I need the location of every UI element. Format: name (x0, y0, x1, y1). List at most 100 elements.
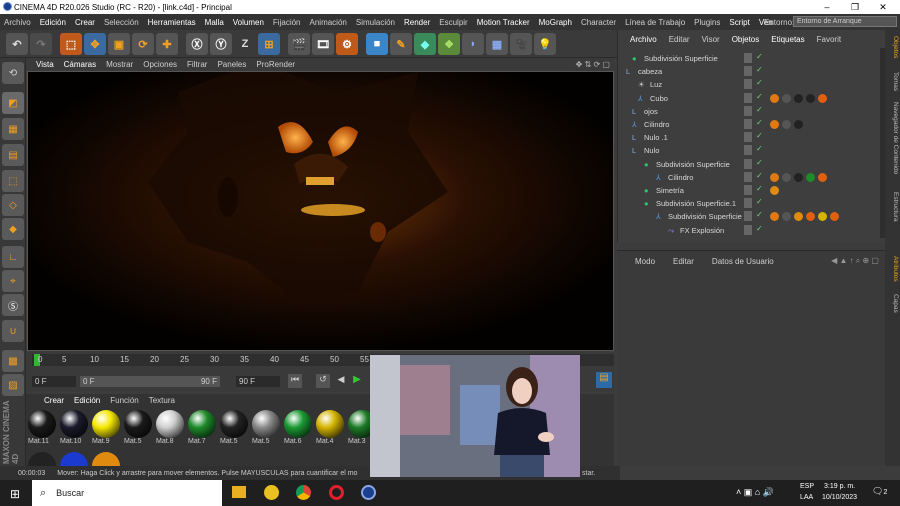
file-explorer-icon[interactable] (232, 486, 246, 498)
taskbar-search[interactable]: ⌕ Buscar (32, 480, 222, 506)
material-ball[interactable] (220, 410, 248, 438)
side-tab-atributos[interactable]: Atributos (887, 256, 899, 282)
scale-icon[interactable]: ▣ (108, 33, 130, 55)
enabled-check-icon[interactable]: ✓ (756, 78, 763, 87)
material-tag-icon[interactable] (770, 120, 779, 129)
menu-render[interactable]: Render (400, 18, 430, 27)
tray-icons[interactable]: ˄ ▣ ⌂ 🔊 (736, 487, 774, 498)
attr-nav-icons[interactable]: ◀ ▲ ↑ ⌕ ⊕ ▢ (831, 256, 879, 266)
restore-button[interactable]: ❐ (841, 0, 869, 14)
layer-checkbox[interactable] (744, 92, 752, 103)
lock-workplane-icon[interactable]: ▨ (2, 374, 24, 396)
material-ball[interactable] (92, 410, 120, 438)
menu-plugins[interactable]: Plugins (690, 18, 720, 27)
tray-time[interactable]: 3:19 p. m. (824, 483, 855, 490)
object-row[interactable]: ● Subdivisión Superficie ✓ (620, 52, 884, 65)
object-name[interactable]: Subdivisión Superficie (668, 212, 742, 221)
enabled-check-icon[interactable]: ✓ (756, 131, 763, 140)
object-row[interactable]: ⅄ Cilindro ✓ (620, 171, 884, 184)
menu-simulacion[interactable]: Simulación (352, 18, 395, 27)
layer-checkbox[interactable] (744, 66, 752, 77)
material-ball[interactable] (60, 452, 88, 466)
menu-malla[interactable]: Malla (201, 18, 224, 27)
menu-crear[interactable]: Crear (71, 18, 95, 27)
frame-range-slider[interactable]: 0 F 90 F (80, 376, 220, 387)
snap-icon[interactable]: Ⓢ (2, 294, 24, 316)
layer-checkbox[interactable] (744, 171, 752, 182)
obj-menu-editar[interactable]: Editar (669, 35, 690, 44)
object-row[interactable]: ☀ Luz ✓ (620, 78, 884, 91)
material-tag-icon[interactable] (782, 120, 791, 129)
grid-icon[interactable]: ▩ (2, 350, 24, 372)
enabled-check-icon[interactable]: ✓ (756, 171, 763, 180)
layer-checkbox[interactable] (744, 224, 752, 235)
object-name[interactable]: Subdivisión Superficie (656, 160, 730, 169)
viewport-nav-icons[interactable]: ✥ ⇅ ⟳ ▢ (576, 60, 610, 69)
tray-date[interactable]: 10/10/2023 (822, 494, 857, 501)
obj-menu-archivo[interactable]: Archivo (630, 35, 657, 44)
tray-lang[interactable]: ESP (800, 483, 814, 490)
side-tab-capas[interactable]: Capas (887, 294, 899, 313)
enabled-check-icon[interactable]: ✓ (756, 118, 763, 127)
enabled-check-icon[interactable]: ✓ (756, 184, 763, 193)
layer-checkbox[interactable] (744, 158, 752, 169)
cloner-icon[interactable]: ❖ (438, 33, 460, 55)
enabled-check-icon[interactable]: ✓ (756, 65, 763, 74)
menu-animacion[interactable]: Animación (306, 18, 347, 27)
side-tab-navegador[interactable]: Navegador de Contenido (887, 102, 899, 174)
object-name[interactable]: Subdivisión Superficie (644, 54, 718, 63)
material-tag-icon[interactable] (782, 212, 791, 222)
tweak-mode-icon[interactable]: ⌖ (2, 270, 24, 292)
material-tag-icon[interactable] (818, 172, 827, 182)
undo-icon[interactable]: ↶ (6, 33, 28, 55)
floor-icon[interactable]: ▦ (486, 33, 508, 55)
move-icon[interactable]: ✥ (84, 33, 106, 55)
material-tag-icon[interactable] (806, 212, 815, 222)
environment-select[interactable]: Entorno de Arranque (793, 16, 897, 27)
material-tag-icon[interactable] (782, 93, 791, 103)
live-selection-icon[interactable]: ⬚ (60, 33, 82, 55)
menu-volumen[interactable]: Volumen (229, 18, 264, 27)
material-ball[interactable] (284, 410, 312, 438)
3d-viewport[interactable] (27, 71, 614, 351)
layer-checkbox[interactable] (744, 132, 752, 143)
object-name[interactable]: Simetría (656, 186, 684, 195)
menu-herramientas[interactable]: Herramientas (144, 18, 196, 27)
layer-checkbox[interactable] (744, 185, 752, 195)
layer-checkbox[interactable] (744, 145, 752, 156)
render-picture-viewer-icon[interactable]: 🎞 (312, 33, 334, 55)
opera-icon[interactable] (329, 485, 344, 500)
object-name[interactable]: Cubo (650, 94, 668, 103)
layer-checkbox[interactable] (744, 53, 752, 63)
frame-end-field[interactable]: 90 F (236, 376, 280, 387)
viewport-menu-camaras[interactable]: Cámaras (64, 60, 96, 69)
object-name[interactable]: Nulo .1 (644, 133, 668, 142)
obj-menu-etiquetas[interactable]: Etiquetas (771, 35, 804, 44)
layer-checkbox[interactable] (744, 79, 752, 90)
object-row[interactable]: ⤳ FX Explosión ✓ (620, 224, 884, 237)
material-ball[interactable] (252, 410, 280, 438)
attr-menu-datos-usuario[interactable]: Datos de Usuario (712, 257, 774, 266)
texture-mode-icon[interactable]: ▦ (2, 118, 24, 140)
menu-motion-tracker[interactable]: Motion Tracker (473, 18, 530, 27)
world-coords-icon[interactable]: ⊞ (258, 33, 280, 55)
menu-script[interactable]: Script (725, 18, 749, 27)
mode-make-editable-icon[interactable]: ⟲ (2, 62, 24, 84)
deformer-icon[interactable]: ◗ (462, 33, 484, 55)
timeline-panel-icon[interactable]: ▤ (596, 372, 612, 388)
camera-icon[interactable]: 🎥 (510, 33, 532, 55)
notification-icon[interactable]: 🗨2 (872, 486, 887, 497)
workplane-icon[interactable]: ▤ (2, 144, 24, 166)
enabled-check-icon[interactable]: ✓ (756, 224, 763, 233)
material-tag-icon[interactable] (806, 172, 815, 182)
model-mode-icon[interactable]: ◩ (2, 92, 24, 114)
axis-mode-icon[interactable]: ∟ (2, 246, 24, 268)
obj-menu-visor[interactable]: Visor (702, 35, 720, 44)
frame-start-field[interactable]: 0 F (32, 376, 76, 387)
minimize-button[interactable]: – (813, 0, 841, 14)
render-view-icon[interactable]: 🎬 (288, 33, 310, 55)
side-tab-tomas[interactable]: Tomas (887, 72, 899, 91)
polygons-mode-icon[interactable]: ◆ (2, 218, 24, 240)
material-menu-edicion[interactable]: Edición (74, 396, 100, 408)
viewport-menu-opciones[interactable]: Opciones (143, 60, 177, 69)
